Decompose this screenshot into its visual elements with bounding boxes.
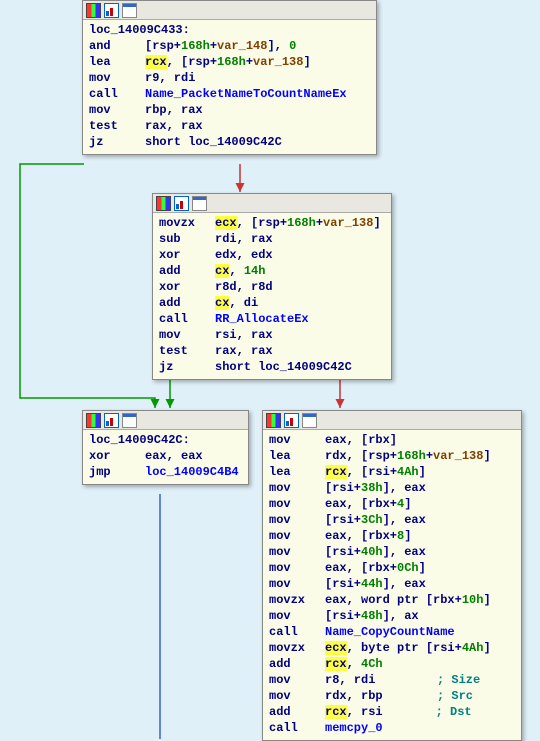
color-mode-icon[interactable] bbox=[266, 413, 281, 428]
chart-icon[interactable] bbox=[104, 413, 119, 428]
label: loc_14009C433: bbox=[89, 22, 370, 38]
disasm-block-1[interactable]: loc_14009C433: and[rsp+168h+var_148], 0 … bbox=[82, 0, 377, 155]
chart-icon[interactable] bbox=[284, 413, 299, 428]
disasm-body: loc_14009C433: and[rsp+168h+var_148], 0 … bbox=[83, 20, 376, 154]
block-header bbox=[83, 1, 376, 20]
block-header bbox=[83, 411, 248, 430]
chart-icon[interactable] bbox=[174, 196, 189, 211]
block-header bbox=[153, 194, 391, 213]
disasm-block-2[interactable]: movzxecx, [rsp+168h+var_138] subrdi, rax… bbox=[152, 193, 392, 380]
block-header bbox=[263, 411, 521, 430]
window-icon[interactable] bbox=[122, 3, 137, 18]
window-icon[interactable] bbox=[122, 413, 137, 428]
label: loc_14009C42C: bbox=[89, 432, 242, 448]
disasm-block-3[interactable]: loc_14009C42C: xoreax, eax jmploc_14009C… bbox=[82, 410, 249, 485]
disasm-block-4[interactable]: moveax, [rbx] leardx, [rsp+168h+var_138]… bbox=[262, 410, 522, 741]
disasm-body: moveax, [rbx] leardx, [rsp+168h+var_138]… bbox=[263, 430, 521, 740]
window-icon[interactable] bbox=[302, 413, 317, 428]
window-icon[interactable] bbox=[192, 196, 207, 211]
disasm-body: movzxecx, [rsp+168h+var_138] subrdi, rax… bbox=[153, 213, 391, 379]
color-mode-icon[interactable] bbox=[86, 413, 101, 428]
color-mode-icon[interactable] bbox=[86, 3, 101, 18]
disasm-body: loc_14009C42C: xoreax, eax jmploc_14009C… bbox=[83, 430, 248, 484]
chart-icon[interactable] bbox=[104, 3, 119, 18]
color-mode-icon[interactable] bbox=[156, 196, 171, 211]
